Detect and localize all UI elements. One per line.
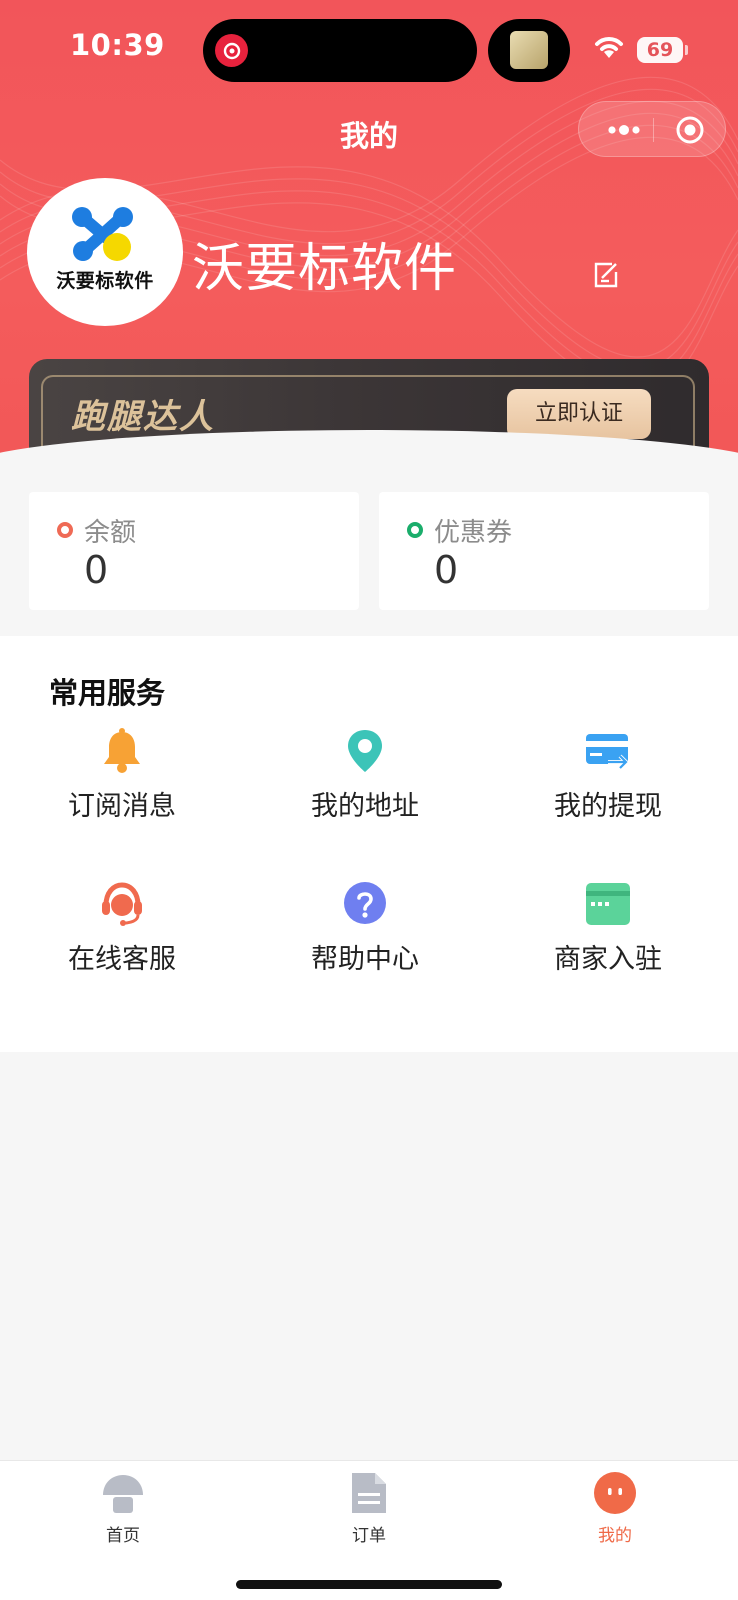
bottom-tab-bar: 首页 订单 我的 (0, 1460, 738, 1600)
service-label: 帮助中心 (311, 944, 419, 975)
service-label: 在线客服 (68, 944, 176, 975)
services-title: 常用服务 (49, 676, 166, 710)
tab-home[interactable]: 首页 (63, 1471, 183, 1551)
balance-label: 余额 (84, 518, 137, 548)
profile-header: 10:39 69 我的 沃要标软件 沃要标软件 跑腿达人 立即认证 (0, 0, 738, 470)
service-subscribe-messages[interactable]: 订阅消息 (22, 728, 222, 838)
service-online-support[interactable]: 在线客服 (22, 881, 222, 991)
card-transfer-icon (586, 734, 629, 770)
brand-logo-icon (72, 207, 133, 261)
balance-dot-icon (57, 522, 73, 538)
tab-orders[interactable]: 订单 (309, 1471, 429, 1551)
headset-icon (102, 882, 142, 926)
more-options-icon[interactable] (599, 118, 649, 142)
tab-label: 我的 (598, 1526, 632, 1546)
service-merchant-join[interactable]: 商家入驻 (508, 881, 708, 991)
merchant-card-icon (586, 883, 630, 925)
common-services-section: 常用服务 订阅消息 我的地址 我的提现 在线客服 帮助中心 商家入驻 (0, 636, 738, 1052)
battery-level: 69 (646, 39, 674, 61)
service-label: 订阅消息 (68, 791, 176, 822)
coupon-label: 优惠券 (434, 518, 513, 548)
service-my-withdrawal[interactable]: 我的提现 (508, 728, 708, 838)
coupon-value: 0 (434, 548, 459, 592)
home-indicator (236, 1580, 502, 1589)
balance-card[interactable]: 余额 0 (29, 492, 359, 610)
home-icon (103, 1475, 143, 1513)
tab-label: 订单 (352, 1526, 386, 1546)
order-document-icon (352, 1473, 386, 1513)
help-question-icon (344, 882, 386, 924)
bell-icon (104, 728, 140, 773)
battery-icon: 69 (637, 37, 683, 63)
dynamic-island (203, 19, 477, 82)
runner-card-title: 跑腿达人 (71, 397, 215, 437)
wifi-icon (595, 37, 623, 58)
service-my-address[interactable]: 我的地址 (265, 728, 465, 838)
profile-face-icon (594, 1472, 636, 1514)
status-time: 10:39 (70, 28, 165, 62)
miniprogram-capsule (578, 101, 726, 157)
service-label: 我的提现 (554, 791, 662, 822)
close-miniprogram-icon[interactable] (675, 115, 705, 145)
username: 沃要标软件 (192, 239, 458, 299)
live-activity-thumbnail (488, 19, 570, 82)
coupon-card[interactable]: 优惠券 0 (379, 492, 709, 610)
edit-profile-icon[interactable] (592, 260, 620, 290)
certify-now-button[interactable]: 立即认证 (507, 389, 651, 439)
music-app-icon (215, 34, 248, 67)
capsule-divider (653, 118, 654, 142)
tab-mine[interactable]: 我的 (555, 1471, 675, 1551)
location-pin-icon (348, 730, 382, 772)
coupon-dot-icon (407, 522, 423, 538)
battery-tip (685, 45, 688, 55)
balance-value: 0 (84, 548, 109, 592)
service-help-center[interactable]: 帮助中心 (265, 881, 465, 991)
tab-label: 首页 (106, 1526, 140, 1546)
avatar-brand-text: 沃要标软件 (56, 270, 154, 292)
service-label: 商家入驻 (554, 944, 662, 975)
album-cover-icon (510, 31, 548, 69)
avatar[interactable]: 沃要标软件 (27, 178, 183, 326)
service-label: 我的地址 (311, 791, 419, 822)
